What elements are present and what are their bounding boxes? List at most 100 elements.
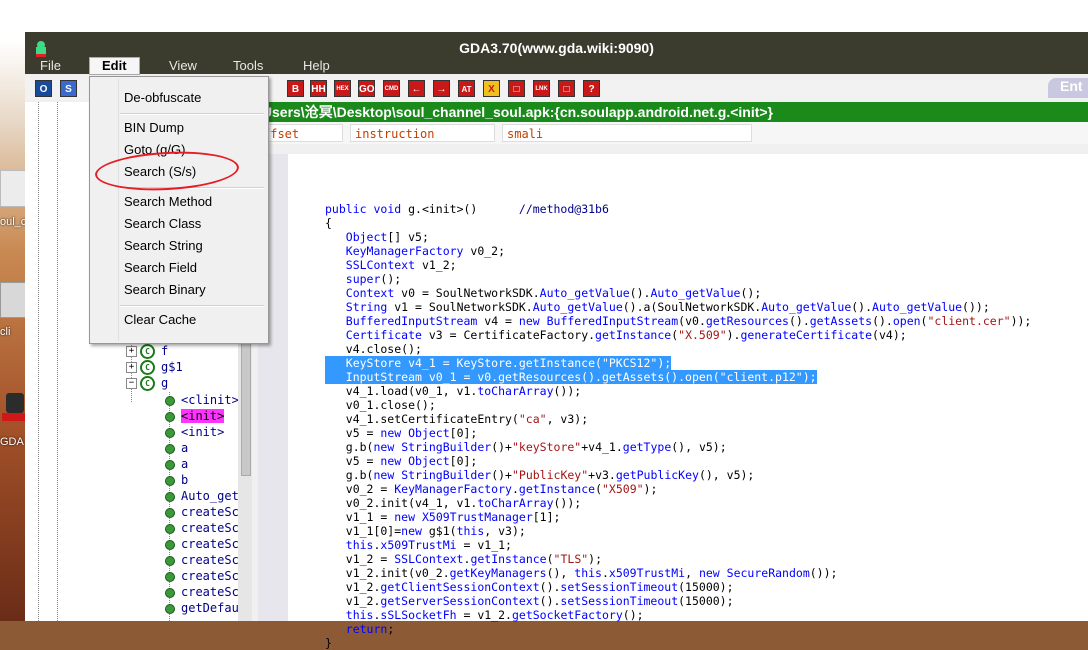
code-line[interactable]: v0_2 = KeyManagerFactory.getInstance("X5… bbox=[325, 482, 658, 496]
tree-method[interactable]: createSc bbox=[165, 585, 239, 601]
right-tab[interactable]: Ent bbox=[1048, 78, 1088, 98]
bin-icon[interactable]: B bbox=[287, 80, 304, 97]
tree-class-g1[interactable]: + Cg$1 bbox=[126, 360, 183, 376]
code-line[interactable]: String v1 = SoulNetworkSDK.Auto_getValue… bbox=[325, 300, 990, 314]
menu-deobfuscate[interactable]: De-obfuscate bbox=[124, 90, 201, 105]
code-line[interactable]: v1_2 = SSLContext.getInstance("TLS"); bbox=[325, 552, 602, 566]
window-icon[interactable]: □ bbox=[558, 80, 575, 97]
code-line[interactable]: this.x509TrustMi = v1_1; bbox=[325, 538, 512, 552]
tree-method[interactable]: createSc bbox=[165, 521, 239, 537]
tree-class-f[interactable]: + Cf bbox=[126, 344, 168, 360]
help-icon[interactable]: ? bbox=[583, 80, 600, 97]
edit-menu-dropdown: De-obfuscate BIN Dump Goto (g/G) Search … bbox=[89, 76, 269, 344]
code-line[interactable]: this.sSLSocketFh = v1_2.getSocketFactory… bbox=[325, 608, 644, 622]
tree-method[interactable]: createSc bbox=[165, 569, 239, 585]
method-icon bbox=[165, 523, 175, 534]
code-line[interactable]: v5 = new Object[0]; bbox=[325, 426, 478, 440]
menu-search-string[interactable]: Search String bbox=[124, 238, 203, 253]
code-line[interactable]: v1_1[0]=new g$1(this, v3); bbox=[325, 524, 526, 538]
code-line[interactable]: super(); bbox=[325, 272, 401, 286]
code-line[interactable]: v1_2.getClientSessionContext().setSessio… bbox=[325, 580, 734, 594]
code-line[interactable]: v1_1 = new X509TrustManager[1]; bbox=[325, 510, 561, 524]
cmd-icon[interactable]: CMD bbox=[383, 80, 400, 97]
code-line[interactable]: v4_1.load(v0_1, v1.toCharArray()); bbox=[325, 384, 581, 398]
xref-icon[interactable]: X bbox=[483, 80, 500, 97]
code-line[interactable]: Object[] v5; bbox=[325, 230, 429, 244]
class-icon: C bbox=[140, 360, 155, 375]
desktop-icon-label: cli bbox=[0, 326, 11, 338]
menu-bin-dump[interactable]: BIN Dump bbox=[124, 120, 184, 135]
tree-method[interactable]: getDefau bbox=[165, 601, 239, 617]
tree-class-g[interactable]: − Cg bbox=[126, 376, 168, 392]
code-line[interactable]: g.b(new StringBuilder()+"keyStore"+v4_1.… bbox=[325, 440, 727, 454]
code-line[interactable]: g.b(new StringBuilder()+"PublicKey"+v3.g… bbox=[325, 468, 755, 482]
menu-search-class[interactable]: Search Class bbox=[124, 216, 201, 231]
menu-view[interactable]: View bbox=[169, 58, 197, 73]
at-icon[interactable]: AT bbox=[458, 80, 475, 97]
code-line[interactable]: { bbox=[325, 216, 332, 230]
class-icon: C bbox=[140, 344, 155, 359]
code-line[interactable]: public void g.<init>() //method@31b6 bbox=[325, 202, 609, 216]
open-icon[interactable]: O bbox=[35, 80, 52, 97]
forward-icon[interactable]: → bbox=[433, 80, 450, 97]
menu-search-method[interactable]: Search Method bbox=[124, 194, 212, 209]
goto-icon[interactable]: GO bbox=[358, 80, 375, 97]
code-line[interactable]: v1_2.getServerSessionContext().setSessio… bbox=[325, 594, 734, 608]
note-icon[interactable]: □ bbox=[508, 80, 525, 97]
code-line[interactable]: v1_2.init(v0_2.getKeyManagers(), this.x5… bbox=[325, 566, 838, 580]
path-bar: \Users\沧冥\Desktop\soul_channel_soul.apk:… bbox=[258, 102, 1088, 122]
code-line[interactable]: Context v0 = SoulNetworkSDK.Auto_getValu… bbox=[325, 286, 761, 300]
menu-help[interactable]: Help bbox=[303, 58, 330, 73]
menu-file[interactable]: File bbox=[40, 58, 61, 73]
method-icon bbox=[165, 459, 175, 470]
code-line[interactable]: v0_2.init(v4_1, v1.toCharArray()); bbox=[325, 496, 581, 510]
code-line[interactable]: } bbox=[325, 636, 332, 650]
instruction-column[interactable]: instruction bbox=[350, 124, 495, 142]
hh-icon[interactable]: HH bbox=[310, 80, 327, 97]
method-icon bbox=[165, 587, 175, 598]
link-icon[interactable]: LNK bbox=[533, 80, 550, 97]
title-bar: GDA3.70(www.gda.wiki:9090) File Edit Vie… bbox=[25, 32, 1088, 75]
code-line[interactable]: BufferedInputStream v4 = new BufferedInp… bbox=[325, 314, 1032, 328]
tree-method[interactable]: b bbox=[165, 473, 188, 489]
method-icon bbox=[165, 475, 175, 486]
tree-method[interactable]: createSc bbox=[165, 537, 239, 553]
code-line[interactable]: SSLContext v1_2; bbox=[325, 258, 457, 272]
back-icon[interactable]: ← bbox=[408, 80, 425, 97]
collapse-icon[interactable]: − bbox=[126, 378, 137, 389]
desktop-icon-label: GDA bbox=[0, 436, 24, 448]
menu-tools[interactable]: Tools bbox=[233, 58, 263, 73]
code-line[interactable]: KeyStore v4_1 = KeyStore.getInstance("PK… bbox=[325, 356, 672, 370]
menu-clear-cache[interactable]: Clear Cache bbox=[124, 312, 196, 327]
tree-method[interactable]: a bbox=[165, 457, 188, 473]
code-line[interactable]: v4_1.setCertificateEntry("ca", v3); bbox=[325, 412, 588, 426]
save-icon[interactable]: S bbox=[60, 80, 77, 97]
tree-method[interactable]: a bbox=[165, 441, 188, 457]
tree-method[interactable]: createSc bbox=[165, 505, 239, 521]
tree-method[interactable]: <clinit> bbox=[165, 393, 239, 409]
menu-edit[interactable]: Edit bbox=[89, 57, 140, 75]
code-view[interactable]: public void g.<init>() //method@31b6{ Ob… bbox=[288, 154, 1088, 650]
menu-search-field[interactable]: Search Field bbox=[124, 260, 197, 275]
code-line[interactable]: KeyManagerFactory v0_2; bbox=[325, 244, 505, 258]
code-line[interactable]: return; bbox=[325, 622, 394, 636]
menu-search-binary[interactable]: Search Binary bbox=[124, 282, 206, 297]
offset-column[interactable]: ffset bbox=[258, 124, 343, 142]
code-line[interactable]: v4.close(); bbox=[325, 342, 422, 356]
method-icon bbox=[165, 571, 175, 582]
hex-icon[interactable]: HEX bbox=[334, 80, 351, 97]
tree-method-selected[interactable]: <init> bbox=[165, 409, 225, 425]
code-line[interactable]: Certificate v3 = CertificateFactory.getI… bbox=[325, 328, 907, 342]
method-icon bbox=[165, 427, 175, 438]
tree-method[interactable]: <init> bbox=[165, 425, 224, 441]
method-icon bbox=[165, 411, 175, 422]
method-icon bbox=[165, 395, 175, 406]
code-line[interactable]: v5 = new Object[0]; bbox=[325, 454, 478, 468]
tree-method[interactable]: createSc bbox=[165, 553, 239, 569]
code-line[interactable]: InputStream v0_1 = v0.getResources().get… bbox=[325, 370, 817, 384]
expand-icon[interactable]: + bbox=[126, 362, 137, 373]
expand-icon[interactable]: + bbox=[126, 346, 137, 357]
smali-column[interactable]: smali bbox=[502, 124, 752, 142]
tree-method[interactable]: Auto_get bbox=[165, 489, 239, 505]
code-line[interactable]: v0_1.close(); bbox=[325, 398, 436, 412]
